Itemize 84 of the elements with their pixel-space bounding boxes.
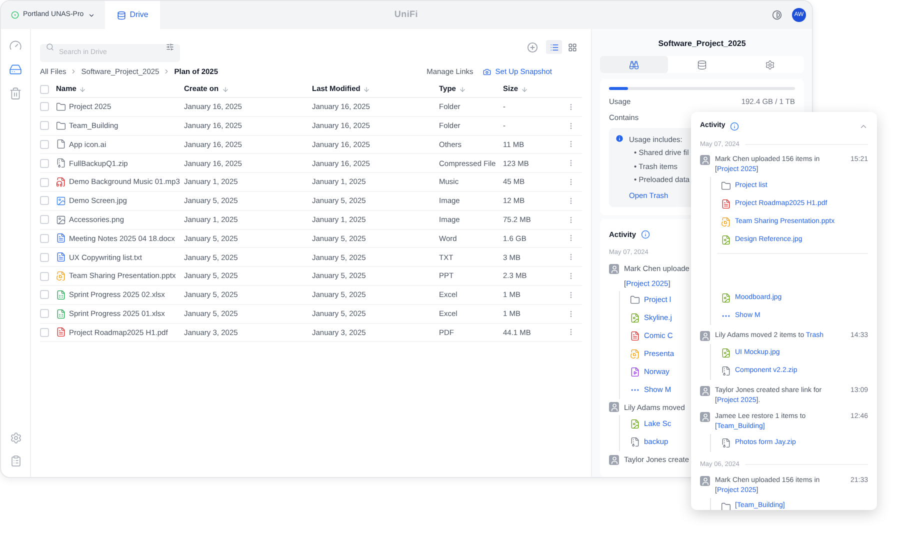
row-checkbox[interactable] xyxy=(40,328,49,337)
row-checkbox[interactable] xyxy=(40,140,49,149)
spreadsheet-file-icon xyxy=(56,290,66,300)
add-icon[interactable] xyxy=(527,42,538,52)
chevron-right-icon xyxy=(163,68,170,75)
document-file-icon xyxy=(56,233,66,244)
avatar xyxy=(609,264,619,274)
audio-file-icon xyxy=(56,177,66,188)
grid-icon xyxy=(568,42,576,52)
select-all-checkbox[interactable] xyxy=(40,84,49,94)
pdf-file-icon xyxy=(721,199,731,210)
row-checkbox[interactable] xyxy=(40,234,49,243)
image-file-icon xyxy=(630,312,640,323)
panel-tab[interactable] xyxy=(600,56,668,73)
avatar xyxy=(700,155,710,166)
avatar xyxy=(700,476,710,486)
folder-icon xyxy=(56,102,66,112)
info-icon[interactable] xyxy=(730,122,740,131)
database-icon xyxy=(116,10,126,20)
search-icon xyxy=(46,43,54,51)
pdf-file-icon xyxy=(56,327,66,338)
settings-icon[interactable] xyxy=(10,432,22,444)
image-file-icon xyxy=(721,235,731,246)
avatar xyxy=(700,386,710,396)
settings-icon xyxy=(765,60,775,70)
image-file-icon xyxy=(721,293,731,304)
sort-arrow-icon xyxy=(521,86,528,92)
row-checkbox[interactable] xyxy=(40,290,49,300)
theme-toggle-icon[interactable] xyxy=(772,10,782,20)
archive-file-icon xyxy=(721,438,731,448)
folder-icon xyxy=(721,181,731,192)
sort-arrow-icon xyxy=(222,86,229,92)
binoculars-icon xyxy=(629,60,639,70)
trash-icon[interactable] xyxy=(9,87,22,100)
row-checkbox[interactable] xyxy=(40,178,49,187)
chevron-down-icon xyxy=(88,12,95,18)
clipboard-icon[interactable] xyxy=(10,455,22,467)
folder-icon xyxy=(630,294,640,305)
spreadsheet-file-icon xyxy=(56,308,66,319)
dashboard-icon[interactable] xyxy=(9,39,22,52)
sort-arrow-icon xyxy=(363,86,370,92)
device-status-icon xyxy=(11,11,19,19)
presentation-file-icon xyxy=(630,348,640,359)
brand-logo: UniFi xyxy=(394,8,418,22)
folder-icon xyxy=(56,120,66,131)
image-file-icon xyxy=(721,348,731,358)
info-icon[interactable] xyxy=(641,230,650,240)
database-icon xyxy=(697,60,707,70)
panel-title: Software_Project_2025 xyxy=(657,38,747,50)
image-thumbnail-icon xyxy=(56,196,66,206)
sort-arrow-icon xyxy=(458,86,466,92)
sort-arrow-icon xyxy=(79,86,86,92)
archive-file-icon xyxy=(721,366,731,376)
folder-icon xyxy=(721,502,731,510)
drive-icon[interactable] xyxy=(9,63,22,76)
row-checkbox[interactable] xyxy=(40,158,49,168)
list-icon xyxy=(550,42,558,52)
image-thumbnail-icon xyxy=(56,214,66,225)
video-file-icon xyxy=(630,366,640,377)
row-checkbox[interactable] xyxy=(40,272,49,281)
avatar xyxy=(700,412,710,422)
avatar xyxy=(700,331,710,342)
archive-file-icon xyxy=(630,437,640,447)
list-view-button[interactable] xyxy=(546,40,562,54)
row-checkbox[interactable] xyxy=(40,252,49,262)
presentation-file-icon xyxy=(721,217,731,228)
row-checkbox[interactable] xyxy=(40,215,49,224)
file-icon xyxy=(56,139,66,150)
drive-tab[interactable]: Drive xyxy=(104,1,160,29)
info-icon xyxy=(615,134,624,143)
row-checkbox[interactable] xyxy=(40,309,49,318)
row-checkbox[interactable] xyxy=(40,196,49,206)
filter-icon[interactable] xyxy=(166,43,174,51)
pdf-file-icon xyxy=(630,330,640,341)
row-checkbox[interactable] xyxy=(40,102,49,112)
chevron-right-icon xyxy=(70,68,78,75)
document-file-icon xyxy=(56,252,66,262)
archive-file-icon xyxy=(56,158,66,168)
row-checkbox[interactable] xyxy=(40,121,49,130)
avatar xyxy=(609,454,619,465)
camera-icon xyxy=(483,68,492,76)
avatar xyxy=(609,402,619,412)
image-file-icon xyxy=(630,419,640,429)
presentation-file-icon xyxy=(56,271,66,282)
